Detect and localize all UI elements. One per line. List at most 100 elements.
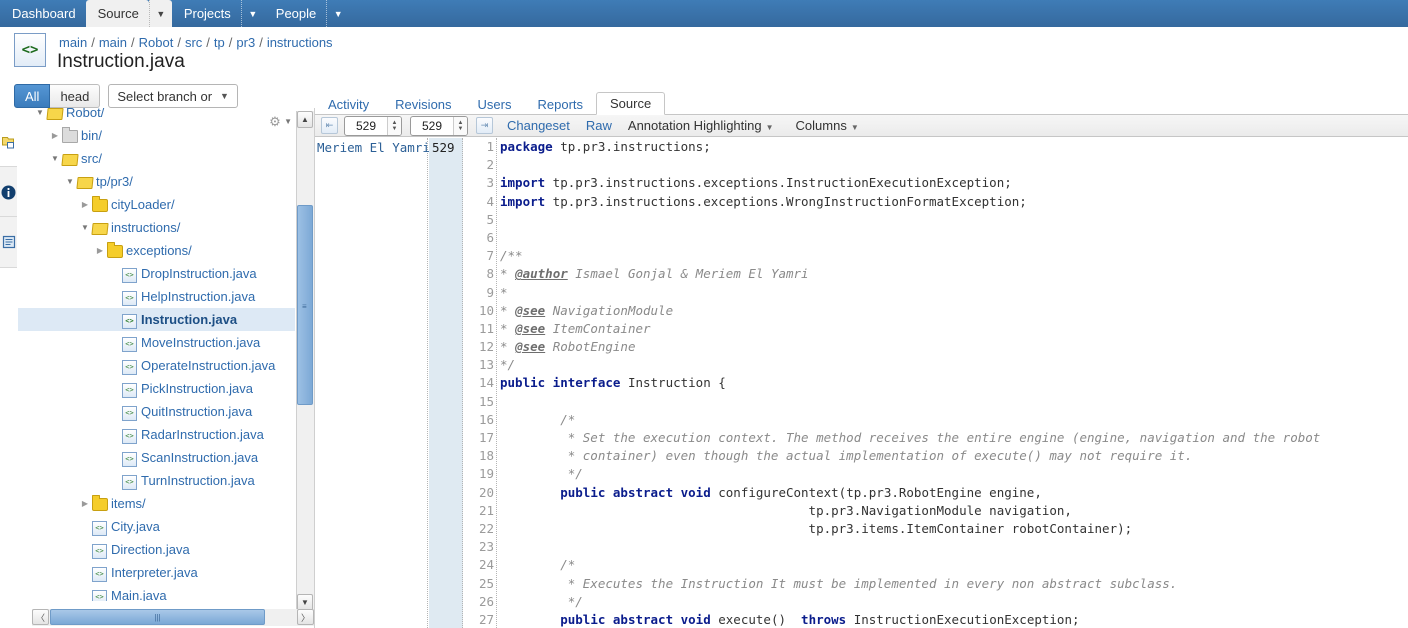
breadcrumb-item-robot[interactable]: Robot <box>139 35 174 50</box>
nav-projects-chevron-down-icon[interactable]: ▼ <box>240 0 264 27</box>
line-number: 6 <box>486 229 494 245</box>
tree-row[interactable]: <> Interpreter.java <box>18 561 295 584</box>
document-panel-button[interactable] <box>0 216 17 268</box>
tree-row[interactable]: ▼ src/ <box>18 147 295 170</box>
tree-row[interactable]: <> PickInstruction.java <box>18 377 295 400</box>
line-number: 7 <box>486 248 494 264</box>
horizontal-scroll-thumb[interactable]: ||| <box>50 609 265 625</box>
scroll-right-arrow-icon[interactable]: 〉 <box>297 609 314 625</box>
nav-source-chevron-down-icon[interactable]: ▼ <box>148 0 172 27</box>
tree-settings-button[interactable]: ⚙ ▼ <box>269 115 292 128</box>
revision-to-input[interactable] <box>411 116 453 135</box>
code-line: public abstract void execute() throws In… <box>500 611 1408 628</box>
revision-to-stepper[interactable]: ▲ ▼ <box>453 116 467 135</box>
tree-row[interactable]: ▶ items/ <box>18 492 295 515</box>
nav-item-projects[interactable]: Projects <box>172 0 241 27</box>
tree-row[interactable]: ▶ bin/ <box>18 124 295 147</box>
breadcrumb-item-main[interactable]: main <box>99 35 127 50</box>
tab-revisions[interactable]: Revisions <box>382 94 464 115</box>
tree-row[interactable]: ▶ cityLoader/ <box>18 193 295 216</box>
code-text-area[interactable]: package tp.pr3.instructions; import tp.p… <box>500 138 1408 628</box>
tab-users[interactable]: Users <box>465 94 525 115</box>
breadcrumb-separator: / <box>259 35 263 50</box>
java-file-icon: <> <box>122 382 137 398</box>
tree-expand-triangle-icon[interactable]: ▶ <box>93 246 107 255</box>
code-token: import <box>500 175 546 191</box>
code-line: * Executes the Instruction It must be im… <box>500 575 1408 593</box>
tree-collapse-triangle-icon[interactable]: ▼ <box>48 154 62 163</box>
nav-item-source[interactable]: Source <box>85 0 149 27</box>
tree-row[interactable]: ▼ Robot/ <box>18 108 295 124</box>
breadcrumb-item-instructions[interactable]: instructions <box>267 35 333 50</box>
filter-head-button[interactable]: head <box>50 84 101 108</box>
tree-row-label: DropInstruction.java <box>141 266 257 281</box>
tree-row[interactable]: <> City.java <box>18 515 295 538</box>
breadcrumb-item-tp[interactable]: tp <box>214 35 225 50</box>
nav-group-source: Source ▼ <box>85 0 172 27</box>
tree-expand-triangle-icon[interactable]: ▶ <box>48 131 62 140</box>
tree-row[interactable]: <> QuitInstruction.java <box>18 400 295 423</box>
java-file-icon: <> <box>122 359 137 375</box>
tree-collapse-triangle-icon[interactable]: ▼ <box>33 108 47 117</box>
source-content-panel: ActivityRevisionsUsersReportsSource ⇤ ▲▼… <box>315 88 1408 628</box>
tree-horizontal-scrollbar[interactable]: 〈 ||| 〉 <box>32 609 314 626</box>
code-line: * @see ItemContainer <box>500 320 1408 338</box>
tree-row[interactable]: ▼ tp/pr3/ <box>18 170 295 193</box>
tree-vertical-scrollbar[interactable]: ▲ ≡ ▼ <box>296 111 314 611</box>
tree-collapse-triangle-icon[interactable]: ▼ <box>63 177 77 186</box>
tree-row[interactable]: <> TurnInstruction.java <box>18 469 295 492</box>
tab-reports[interactable]: Reports <box>524 94 596 115</box>
filter-all-button[interactable]: All <box>14 84 51 108</box>
breadcrumb-item-src[interactable]: src <box>185 35 202 50</box>
revision-from-stepper[interactable]: ▲ ▼ <box>387 116 401 135</box>
line-number: 19 <box>478 466 494 482</box>
revision-from-input[interactable] <box>345 116 387 135</box>
scroll-left-arrow-icon[interactable]: 〈 <box>32 609 49 625</box>
code-token: Ismael Gonjal & Meriem El Yamri <box>567 266 809 282</box>
tree-row[interactable]: <> RadarInstruction.java <box>18 423 295 446</box>
tree-row[interactable]: <> Instruction.java <box>18 308 295 331</box>
java-file-icon: <> <box>122 313 137 329</box>
tree-row-label: Interpreter.java <box>111 565 198 580</box>
tree-row[interactable]: <> ScanInstruction.java <box>18 446 295 469</box>
nav-item-dashboard[interactable]: Dashboard <box>0 0 86 27</box>
next-revision-button[interactable]: ⇥ <box>476 117 493 134</box>
tree-row[interactable]: <> DropInstruction.java <box>18 262 295 285</box>
columns-menu[interactable]: Columns ▼ <box>796 118 859 133</box>
code-token: RobotEngine <box>545 339 636 355</box>
info-panel-button[interactable] <box>0 166 17 218</box>
code-line: tp.pr3.items.ItemContainer robotContaine… <box>500 520 1408 538</box>
vertical-scroll-thumb[interactable]: ≡ <box>297 205 313 405</box>
tree-row[interactable]: <> Direction.java <box>18 538 295 561</box>
raw-link[interactable]: Raw <box>586 118 612 133</box>
tree-row[interactable]: <> HelpInstruction.java <box>18 285 295 308</box>
nav-people-chevron-down-icon[interactable]: ▼ <box>326 0 349 27</box>
previous-revision-button[interactable]: ⇤ <box>321 117 338 134</box>
revision-to-spinner[interactable]: ▲▼ <box>410 115 468 136</box>
changeset-link[interactable]: Changeset <box>507 118 570 133</box>
revision-from-spinner[interactable]: ▲▼ <box>344 115 402 136</box>
tree-row[interactable]: <> MoveInstruction.java <box>18 331 295 354</box>
tab-source[interactable]: Source <box>596 92 666 115</box>
annotation-highlighting-menu[interactable]: Annotation Highlighting ▼ <box>628 118 774 133</box>
tree-row[interactable]: ▶ exceptions/ <box>18 239 295 262</box>
copy-folder-icon[interactable] <box>2 135 16 149</box>
columns-label: Columns <box>795 118 847 133</box>
breadcrumb-item-main[interactable]: main <box>59 35 87 50</box>
tree-expand-triangle-icon[interactable]: ▶ <box>78 200 92 209</box>
breadcrumb-item-pr3[interactable]: pr3 <box>236 35 255 50</box>
file-tree-scroll-area[interactable]: ▼ Robot/ ▶ bin/ ▼ src/ ▼ tp/pr3/ ▶ cityLoader/ ▼ in… <box>18 108 295 601</box>
tree-row-label: cityLoader/ <box>111 197 175 212</box>
tree-expand-triangle-icon[interactable]: ▶ <box>78 499 92 508</box>
tree-row[interactable]: <> Main.java <box>18 584 295 601</box>
tree-row[interactable]: <> OperateInstruction.java <box>18 354 295 377</box>
nav-item-people[interactable]: People <box>264 0 326 27</box>
tree-row[interactable]: ▼ instructions/ <box>18 216 295 239</box>
tree-collapse-triangle-icon[interactable]: ▼ <box>78 223 92 232</box>
scroll-up-arrow-icon[interactable]: ▲ <box>297 111 313 128</box>
tab-activity[interactable]: Activity <box>315 94 382 115</box>
code-token: import <box>500 193 546 209</box>
code-line: import tp.pr3.instructions.exceptions.Wr… <box>500 193 1408 211</box>
branch-select-dropdown[interactable]: Select branch or ▼ <box>108 84 238 108</box>
